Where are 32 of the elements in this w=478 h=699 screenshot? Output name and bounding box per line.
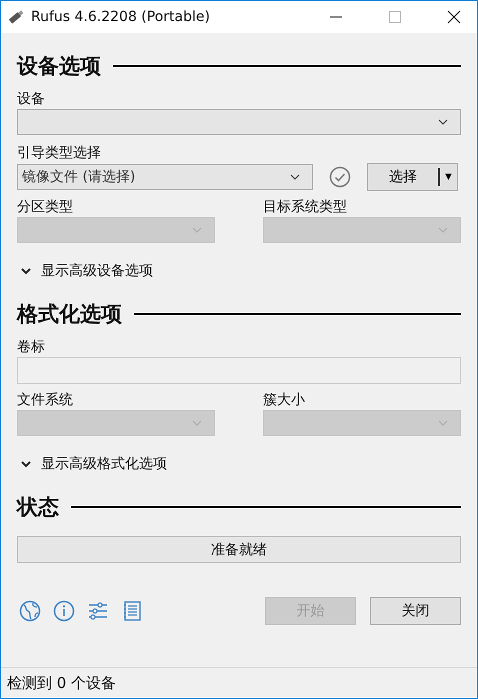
chevron-icon bbox=[438, 420, 448, 426]
close-icon[interactable] bbox=[447, 10, 461, 24]
chevron-icon bbox=[290, 174, 300, 180]
field-label: 分区类型 bbox=[17, 198, 74, 217]
chevron-icon bbox=[21, 460, 31, 468]
advanced-options-toggle[interactable]: 显示高级格式化选项 bbox=[17, 454, 167, 474]
chevron-icon bbox=[438, 227, 448, 233]
chevron-icon bbox=[21, 268, 31, 274]
close-button[interactable]: 关闭 bbox=[370, 597, 461, 625]
advanced-options-toggle[interactable]: 显示高级设备选项 bbox=[17, 261, 153, 281]
log-icon[interactable] bbox=[121, 600, 143, 622]
maximize-icon[interactable] bbox=[388, 10, 402, 24]
window-title: Rufus 4.6.2208 (Portable) bbox=[31, 9, 211, 25]
info-icon[interactable] bbox=[53, 600, 75, 622]
status-text: 检测到 0 个设备 bbox=[7, 674, 116, 692]
field-label: 设备 bbox=[17, 90, 46, 109]
field-label: 目标系统类型 bbox=[263, 198, 348, 217]
section-heading: 设备选项 bbox=[17, 53, 101, 80]
usb-drive-icon bbox=[7, 8, 25, 26]
check-circle-icon[interactable] bbox=[329, 166, 351, 188]
field-label: 文件系统 bbox=[17, 391, 74, 410]
chevron-icon bbox=[192, 420, 202, 426]
field-label: 卷标 bbox=[17, 338, 46, 357]
field-label: 簇大小 bbox=[263, 391, 306, 410]
section-heading: 格式化选项 bbox=[17, 301, 122, 328]
chevron-icon bbox=[438, 119, 448, 125]
section-heading: 状态 bbox=[17, 494, 59, 521]
globe-icon[interactable] bbox=[19, 600, 41, 622]
settings-icon[interactable] bbox=[87, 600, 109, 622]
chevron-icon bbox=[192, 227, 202, 233]
boot-type-dropdown[interactable]: 镜像文件 (请选择) bbox=[17, 164, 313, 190]
field-label: 引导类型选择 bbox=[17, 144, 102, 163]
